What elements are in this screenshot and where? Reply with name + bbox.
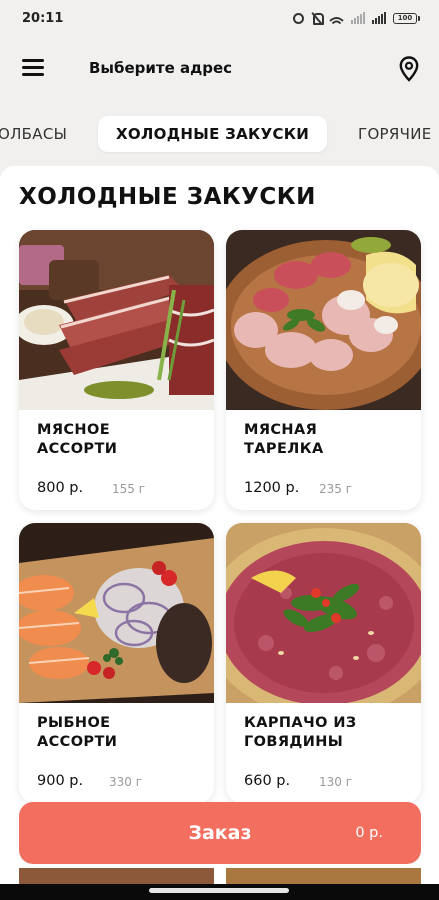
product-photo — [19, 230, 214, 410]
product-photo — [226, 230, 421, 410]
wifi-icon — [329, 13, 344, 24]
status-icons: 100 — [293, 12, 420, 25]
product-weight: 155 г — [112, 482, 146, 496]
tab-hot[interactable]: ГОРЯЧИЕ — [358, 116, 432, 152]
product-photo — [226, 523, 421, 703]
section-title: ХОЛОДНЫЕ ЗАКУСКИ — [19, 184, 316, 210]
system-nav-bar — [0, 884, 439, 900]
menu-icon[interactable] — [22, 59, 46, 79]
status-bar: 20:11 100 — [0, 0, 439, 36]
address-selector[interactable]: Выберите адрес — [89, 59, 232, 77]
product-name: МЯСНАЯ ТАРЕЛКА — [244, 422, 324, 457]
product-price: 900 р. — [37, 773, 84, 789]
product-card[interactable]: КАРПАЧО ИЗ ГОВЯДИНЫ 660 р. 130 г — [226, 523, 421, 803]
app-header: Выберите адрес — [0, 36, 439, 102]
signal-icon — [351, 12, 365, 24]
product-name: КАРПАЧО ИЗ ГОВЯДИНЫ — [244, 715, 357, 750]
mute-icon — [311, 12, 324, 25]
next-row-peek — [226, 868, 421, 884]
product-card[interactable]: РЫБНОЕ АССОРТИ 900 р. 330 г — [19, 523, 214, 803]
product-photo — [19, 523, 214, 703]
product-weight: 235 г — [319, 482, 353, 496]
category-tabs: ОЛБАСЫ ХОЛОДНЫЕ ЗАКУСКИ ГОРЯЧИЕ — [0, 110, 439, 158]
next-row-peek — [19, 868, 214, 884]
signal-icon — [372, 12, 386, 24]
home-handle[interactable] — [149, 888, 289, 893]
product-weight: 130 г — [319, 775, 353, 789]
menu-content: ХОЛОДНЫЕ ЗАКУСКИ МЯСНОЕ АССОРТИ 800 р. 1… — [0, 166, 439, 900]
product-card[interactable]: МЯСНАЯ ТАРЕЛКА 1200 р. 235 г — [226, 230, 421, 510]
battery-icon: 100 — [393, 12, 420, 24]
tab-sausages[interactable]: ОЛБАСЫ — [0, 116, 67, 152]
location-pin-icon[interactable] — [399, 56, 419, 82]
status-time: 20:11 — [22, 10, 64, 26]
tab-cold-appetizers[interactable]: ХОЛОДНЫЕ ЗАКУСКИ — [98, 116, 328, 152]
product-weight: 330 г — [109, 775, 143, 789]
product-price: 800 р. — [37, 480, 84, 496]
product-name: МЯСНОЕ АССОРТИ — [37, 422, 118, 457]
product-card[interactable]: МЯСНОЕ АССОРТИ 800 р. 155 г — [19, 230, 214, 510]
order-total: 0 р. — [355, 825, 383, 841]
product-price: 660 р. — [244, 773, 291, 789]
alarm-icon — [293, 12, 304, 24]
product-name: РЫБНОЕ АССОРТИ — [37, 715, 118, 750]
order-button[interactable]: Заказ 0 р. — [19, 802, 421, 864]
product-price: 1200 р. — [244, 480, 300, 496]
